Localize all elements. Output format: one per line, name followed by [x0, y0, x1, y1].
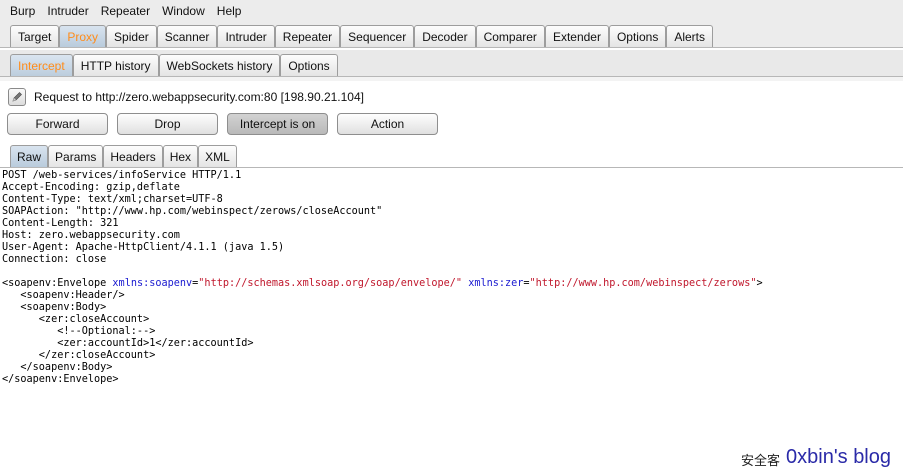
xml-line: <soapenv:Header/>: [2, 290, 125, 301]
menu-bar: Burp Intruder Repeater Window Help: [0, 0, 903, 22]
tab-intercept[interactable]: Intercept: [10, 54, 73, 76]
menu-help[interactable]: Help: [211, 4, 248, 18]
request-target-label: Request to http://zero.webappsecurity.co…: [34, 90, 364, 104]
proxy-tab-bar: Intercept HTTP history WebSockets histor…: [0, 50, 903, 77]
action-button[interactable]: Action: [337, 113, 438, 135]
drop-button[interactable]: Drop: [117, 113, 218, 135]
header-line: Host: zero.webappsecurity.com: [2, 230, 180, 241]
intercept-toggle-button[interactable]: Intercept is on: [227, 113, 328, 135]
menu-intruder[interactable]: Intruder: [41, 4, 94, 18]
tab-raw[interactable]: Raw: [10, 145, 49, 167]
menu-burp[interactable]: Burp: [4, 4, 41, 18]
request-editor[interactable]: POST /web-services/infoService HTTP/1.1 …: [0, 169, 903, 473]
watermark-cn-text: 安全客: [740, 453, 780, 468]
xml-line: <zer:accountId>1</zer:accountId>: [2, 338, 254, 349]
pencil-icon[interactable]: [8, 88, 26, 106]
tab-http-history[interactable]: HTTP history: [72, 54, 159, 76]
tab-websockets-history[interactable]: WebSockets history: [158, 54, 281, 76]
menu-window[interactable]: Window: [156, 4, 211, 18]
header-line: Content-Length: 321: [2, 218, 119, 229]
tab-comparer[interactable]: Comparer: [475, 25, 545, 47]
tab-proxy-options[interactable]: Options: [280, 54, 338, 76]
xml-line: </soapenv:Envelope>: [2, 374, 119, 385]
xml-line: <!--Optional:-->: [2, 326, 156, 337]
header-line: Accept-Encoding: gzip,deflate: [2, 182, 180, 193]
tab-headers[interactable]: Headers: [103, 145, 163, 167]
xml-line: </soapenv:Body>: [2, 362, 113, 373]
tab-alerts[interactable]: Alerts: [666, 25, 714, 47]
xml-line: <zer:closeAccount>: [2, 314, 150, 325]
tab-target[interactable]: Target: [10, 25, 60, 47]
tab-xml[interactable]: XML: [198, 145, 237, 167]
request-line: POST /web-services/infoService HTTP/1.1: [2, 170, 242, 181]
pane-separator: [0, 77, 903, 81]
xml-attr-value: "http://schemas.xmlsoap.org/soap/envelop…: [198, 278, 463, 289]
tab-scanner[interactable]: Scanner: [156, 25, 218, 47]
menu-repeater[interactable]: Repeater: [95, 4, 156, 18]
tab-sequencer[interactable]: Sequencer: [340, 25, 415, 47]
watermark: 安全客 0xbin's blog: [741, 446, 891, 469]
header-line: Content-Type: text/xml;charset=UTF-8: [2, 194, 223, 205]
main-tab-bar: Target Proxy Spider Scanner Intruder Rep…: [0, 22, 903, 48]
header-line: SOAPAction: "http://www.hp.com/webinspec…: [2, 206, 383, 217]
xml-tag: >: [756, 278, 763, 289]
watermark-blog-text: 0xbin's blog: [786, 446, 891, 468]
xml-line: </zer:closeAccount>: [2, 350, 156, 361]
xml-attr-name: xmlns:zer: [468, 278, 524, 289]
xml-tag: <soapenv:Envelope: [2, 278, 107, 289]
tab-intruder[interactable]: Intruder: [217, 25, 275, 47]
xml-attr-name: xmlns:soapenv: [112, 278, 193, 289]
message-view-tab-bar: Raw Params Headers Hex XML: [0, 144, 903, 168]
tab-proxy[interactable]: Proxy: [59, 25, 107, 47]
tab-hex[interactable]: Hex: [162, 145, 199, 167]
tab-extender[interactable]: Extender: [544, 25, 609, 47]
tab-options[interactable]: Options: [608, 25, 667, 47]
header-line: Connection: close: [2, 254, 107, 265]
tab-repeater[interactable]: Repeater: [274, 25, 341, 47]
header-line: User-Agent: Apache-HttpClient/4.1.1 (jav…: [2, 242, 285, 253]
tab-params[interactable]: Params: [48, 145, 104, 167]
xml-attr-value: "http://www.hp.com/webinspect/zerows": [529, 278, 757, 289]
tab-decoder[interactable]: Decoder: [414, 25, 476, 47]
xml-envelope-open-line: <soapenv:Envelope xmlns:soapenv="http://…: [2, 278, 763, 289]
xml-line: <soapenv:Body>: [2, 302, 107, 313]
tab-spider[interactable]: Spider: [106, 25, 157, 47]
request-info: Request to http://zero.webappsecurity.co…: [8, 88, 364, 106]
forward-button[interactable]: Forward: [7, 113, 108, 135]
